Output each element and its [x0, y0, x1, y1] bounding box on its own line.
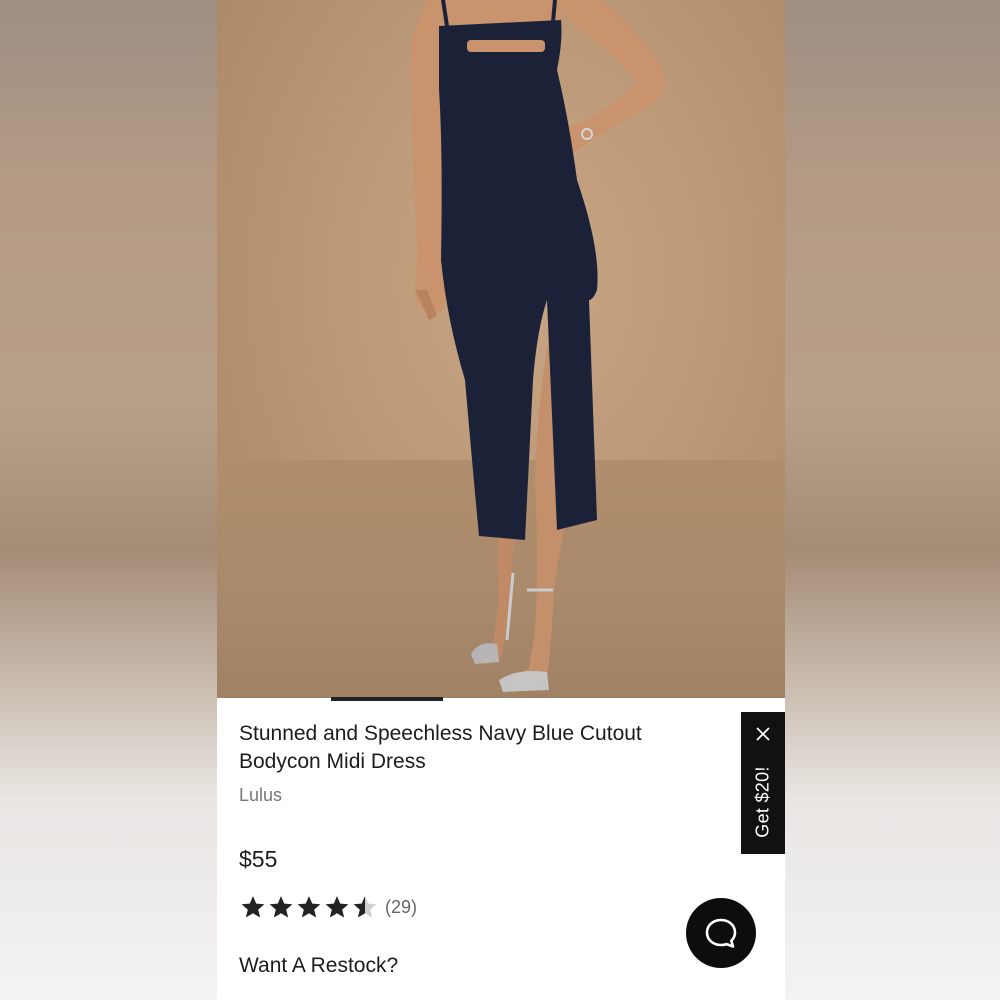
- rating-stars: [239, 894, 379, 920]
- close-icon[interactable]: [753, 724, 773, 744]
- model-illustration: [411, 0, 665, 692]
- brand-link[interactable]: Lulus: [239, 785, 719, 806]
- star-full-icon: [269, 896, 293, 918]
- chat-bubble-icon: [705, 918, 737, 948]
- star-full-icon: [325, 896, 349, 918]
- restock-link[interactable]: Want A Restock?: [239, 954, 398, 978]
- star-full-icon: [241, 896, 265, 918]
- product-page: Stunned and Speechless Navy Blue Cutout …: [217, 0, 785, 1000]
- product-image[interactable]: [217, 0, 785, 698]
- star-half-icon: [353, 896, 377, 918]
- product-info: Stunned and Speechless Navy Blue Cutout …: [239, 720, 719, 806]
- chat-button[interactable]: [686, 898, 756, 968]
- product-price: $55: [239, 846, 278, 872]
- carousel-indicator: [331, 697, 443, 701]
- review-count[interactable]: (29): [385, 897, 417, 918]
- product-title: Stunned and Speechless Navy Blue Cutout …: [239, 722, 642, 773]
- promo-tab[interactable]: Get $20!: [741, 712, 785, 854]
- rating-summary[interactable]: (29): [239, 894, 417, 920]
- promo-label[interactable]: Get $20!: [753, 766, 774, 837]
- star-full-icon: [297, 896, 321, 918]
